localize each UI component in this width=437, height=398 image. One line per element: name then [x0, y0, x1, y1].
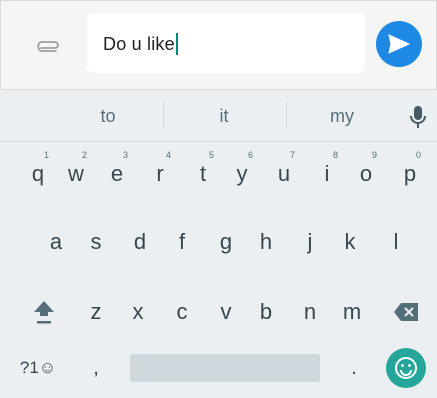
symbols-key[interactable]: ?1☺ [10, 348, 66, 388]
key-h[interactable]: h [246, 222, 286, 262]
text-cursor [175, 33, 178, 55]
suggestion-3[interactable]: my [282, 106, 402, 127]
key-number-hint: 9 [372, 150, 378, 160]
key-a[interactable]: a [36, 222, 76, 262]
key-q[interactable]: q [18, 154, 58, 194]
key-number-hint: 1 [44, 150, 50, 160]
shift-icon [34, 301, 54, 324]
key-number-hint: 2 [82, 150, 88, 160]
key-l[interactable]: l [376, 222, 416, 262]
key-r[interactable]: r [140, 154, 180, 194]
comma-key[interactable]: , [76, 348, 116, 388]
send-button[interactable] [376, 21, 422, 67]
key-e[interactable]: e [97, 154, 137, 194]
key-number-hint: 3 [123, 150, 129, 160]
key-u[interactable]: u [264, 154, 304, 194]
key-d[interactable]: d [120, 222, 160, 262]
keyboard: to it my q1w2e3r4t5y6u7i8o9p0 asdfghjkl … [0, 90, 437, 398]
microphone-icon[interactable] [408, 104, 428, 130]
key-k[interactable]: k [330, 222, 370, 262]
suggestion-2[interactable]: it [164, 106, 284, 127]
key-number-hint: 7 [290, 150, 296, 160]
key-f[interactable]: f [162, 222, 202, 262]
emoji-button[interactable] [386, 348, 426, 388]
key-p[interactable]: p [390, 154, 430, 194]
key-i[interactable]: i [307, 154, 347, 194]
message-input-text: Do u like [103, 33, 178, 55]
key-b[interactable]: b [246, 292, 286, 332]
key-x[interactable]: x [118, 292, 158, 332]
key-j[interactable]: j [290, 222, 330, 262]
message-input[interactable]: Do u like [87, 13, 365, 73]
send-icon [388, 34, 410, 54]
message-composer: Do u like [0, 0, 437, 90]
key-v[interactable]: v [206, 292, 246, 332]
key-n[interactable]: n [290, 292, 330, 332]
key-s[interactable]: s [76, 222, 116, 262]
key-number-hint: 5 [209, 150, 215, 160]
key-g[interactable]: g [206, 222, 246, 262]
key-number-hint: 4 [166, 150, 172, 160]
shift-key[interactable] [24, 292, 64, 332]
key-m[interactable]: m [332, 292, 372, 332]
period-key[interactable]: . [334, 348, 374, 388]
key-w[interactable]: w [56, 154, 96, 194]
backspace-key[interactable] [386, 292, 426, 332]
key-number-hint: 8 [333, 150, 339, 160]
key-t[interactable]: t [183, 154, 223, 194]
key-z[interactable]: z [76, 292, 116, 332]
suggestion-strip: to it my [0, 90, 437, 142]
key-number-hint: 0 [416, 150, 422, 160]
key-number-hint: 6 [248, 150, 254, 160]
suggestion-1[interactable]: to [48, 106, 168, 127]
backspace-icon [394, 303, 418, 321]
key-o[interactable]: o [346, 154, 386, 194]
space-key[interactable] [130, 354, 320, 382]
paperclip-icon[interactable] [35, 34, 61, 56]
key-y[interactable]: y [222, 154, 262, 194]
emoji-icon [395, 357, 417, 379]
key-c[interactable]: c [162, 292, 202, 332]
